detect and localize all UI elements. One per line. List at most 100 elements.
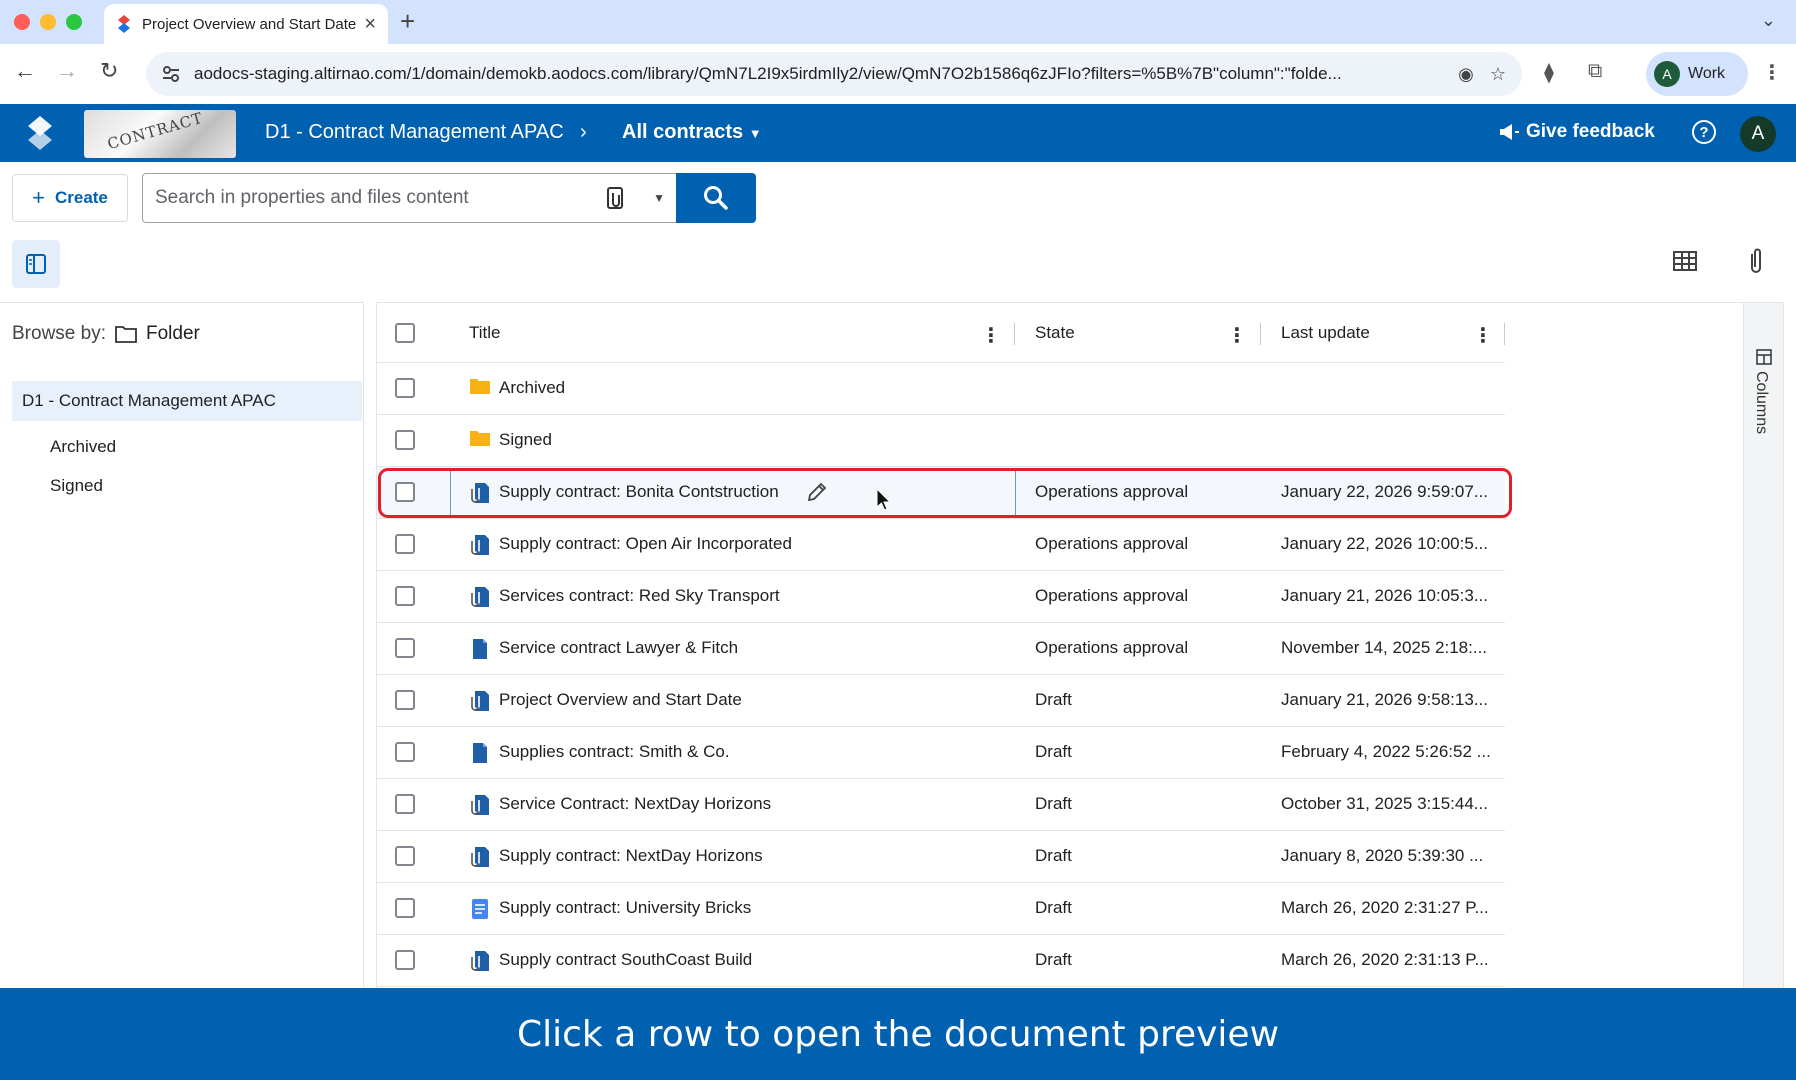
row-state: Operations approval bbox=[1035, 482, 1189, 501]
table-row[interactable]: Supply contract: Open Air Incorporated Op… bbox=[377, 519, 1505, 571]
reload-icon[interactable]: ↻ bbox=[100, 58, 118, 84]
column-header-state[interactable]: State bbox=[1035, 323, 1075, 343]
row-state: Draft bbox=[1035, 950, 1072, 969]
bookmark-star-icon[interactable]: ☆ bbox=[1490, 64, 1506, 85]
table-row[interactable]: Service Contract: NextDay Horizons Draft O… bbox=[377, 779, 1505, 831]
row-title[interactable]: Supply contract: Open Air Incorporated bbox=[499, 534, 792, 554]
forward-icon[interactable]: → bbox=[56, 58, 78, 84]
library-banner-image: CONTRACT bbox=[84, 110, 236, 158]
column-divider[interactable] bbox=[1260, 323, 1261, 345]
column-divider[interactable] bbox=[1504, 323, 1505, 345]
close-window-button[interactable] bbox=[14, 14, 30, 30]
row-title[interactable]: Supplies contract: Smith & Co. bbox=[499, 742, 730, 762]
search-input[interactable]: Search in properties and files content ▼ bbox=[142, 173, 678, 223]
browse-by[interactable]: Browse by: Folder bbox=[12, 323, 200, 345]
attachment-doc-icon bbox=[469, 845, 491, 874]
extension-icon[interactable]: ⧫ bbox=[1544, 60, 1554, 85]
row-last-update: March 26, 2020 2:31:13 P... bbox=[1281, 950, 1489, 969]
toggle-sidebar-button[interactable] bbox=[12, 240, 60, 288]
row-title[interactable]: Archived bbox=[499, 378, 565, 398]
row-checkbox[interactable] bbox=[395, 586, 415, 606]
last-update-column-menu-icon[interactable]: ⋮ bbox=[1473, 323, 1493, 348]
row-last-update: January 21, 2026 9:58:13... bbox=[1281, 690, 1488, 709]
table-row[interactable]: Supply contract: NextDay Horizons Draft Ja… bbox=[377, 831, 1505, 883]
browser-menu-icon[interactable]: ⋮ bbox=[1762, 60, 1782, 85]
columns-label: Columns bbox=[1753, 371, 1770, 435]
row-title[interactable]: Project Overview and Start Date bbox=[499, 690, 742, 710]
table-row[interactable]: Supply contract: Bonita Contstruction Ope… bbox=[377, 467, 1505, 519]
breadcrumb-library[interactable]: D1 - Contract Management APAC bbox=[265, 121, 564, 144]
close-tab-icon[interactable]: × bbox=[364, 13, 376, 36]
attachment-doc-icon bbox=[469, 585, 491, 614]
give-feedback-label: Give feedback bbox=[1526, 121, 1655, 142]
tab-search-chevron-icon[interactable]: ⌄ bbox=[1761, 10, 1776, 31]
aodocs-logo-icon[interactable] bbox=[26, 116, 54, 150]
table-row[interactable]: Project Overview and Start Date Draft Janu… bbox=[377, 675, 1505, 727]
row-title[interactable]: Supply contract SouthCoast Build bbox=[499, 950, 752, 970]
file-content-search-icon[interactable] bbox=[605, 185, 627, 211]
back-icon[interactable]: ← bbox=[14, 58, 36, 84]
tree-item-root[interactable]: D1 - Contract Management APAC bbox=[12, 381, 362, 421]
address-bar[interactable]: aodocs-staging.altirnao.com/1/domain/dem… bbox=[146, 52, 1522, 96]
row-last-update: March 26, 2020 2:31:27 P... bbox=[1281, 898, 1489, 917]
browser-tab[interactable]: Project Overview and Start Date × bbox=[104, 4, 388, 44]
help-icon[interactable]: ? bbox=[1692, 120, 1716, 144]
profile-button[interactable]: A Work bbox=[1646, 52, 1748, 96]
row-checkbox[interactable] bbox=[395, 534, 415, 554]
row-title[interactable]: Services contract: Red Sky Transport bbox=[499, 586, 780, 606]
row-title[interactable]: Service contract Lawyer & Fitch bbox=[499, 638, 738, 658]
folder-outline-icon bbox=[115, 326, 137, 343]
row-title[interactable]: Supply contract: NextDay Horizons bbox=[499, 846, 763, 866]
attachment-icon[interactable] bbox=[1744, 248, 1768, 276]
row-checkbox[interactable] bbox=[395, 846, 415, 866]
table-view-icon[interactable] bbox=[1672, 248, 1700, 276]
row-checkbox[interactable] bbox=[395, 482, 415, 502]
row-last-update: January 8, 2020 5:39:30 ... bbox=[1281, 846, 1484, 865]
columns-side-panel-tab[interactable]: Columns bbox=[1743, 303, 1783, 989]
row-title[interactable]: Supply contract: Bonita Contstruction bbox=[499, 482, 779, 502]
row-checkbox[interactable] bbox=[395, 950, 415, 970]
maximize-window-button[interactable] bbox=[66, 14, 82, 30]
table-row[interactable]: Services contract: Red Sky Transport Oper… bbox=[377, 571, 1505, 623]
tree-item-archived[interactable]: Archived bbox=[50, 437, 116, 457]
row-state: Operations approval bbox=[1035, 638, 1189, 657]
row-checkbox[interactable] bbox=[395, 794, 415, 814]
table-row[interactable]: Signed bbox=[377, 415, 1505, 467]
new-tab-icon[interactable]: + bbox=[400, 6, 415, 37]
select-all-checkbox[interactable] bbox=[395, 323, 415, 343]
column-header-title[interactable]: Title bbox=[469, 323, 501, 343]
extensions-puzzle-icon[interactable]: ⧉ bbox=[1588, 60, 1602, 83]
row-checkbox[interactable] bbox=[395, 898, 415, 918]
tree-item-signed[interactable]: Signed bbox=[50, 476, 103, 496]
site-settings-icon[interactable] bbox=[162, 66, 180, 82]
row-checkbox[interactable] bbox=[395, 378, 415, 398]
row-checkbox[interactable] bbox=[395, 690, 415, 710]
table-row[interactable]: Supplies contract: Smith & Co. Draft Febru… bbox=[377, 727, 1505, 779]
row-title[interactable]: Supply contract: University Bricks bbox=[499, 898, 751, 918]
user-avatar[interactable]: A bbox=[1740, 116, 1776, 152]
search-button[interactable] bbox=[676, 173, 756, 223]
table-row[interactable]: Supply contract: University Bricks Draft M… bbox=[377, 883, 1505, 935]
table-row[interactable]: Archived bbox=[377, 363, 1505, 415]
row-checkbox[interactable] bbox=[395, 742, 415, 762]
browse-mode: Folder bbox=[145, 323, 200, 344]
table-row[interactable]: Service contract Lawyer & Fitch Operation… bbox=[377, 623, 1505, 675]
row-checkbox[interactable] bbox=[395, 430, 415, 450]
cell-focus-divider bbox=[450, 469, 451, 515]
view-selector[interactable]: All contracts ▼ bbox=[622, 121, 762, 144]
give-feedback-button[interactable]: Give feedback bbox=[1498, 121, 1655, 143]
column-header-last-update[interactable]: Last update bbox=[1281, 323, 1370, 343]
create-button[interactable]: + Create bbox=[12, 174, 128, 222]
title-column-menu-icon[interactable]: ⋮ bbox=[981, 323, 1001, 348]
row-title[interactable]: Signed bbox=[499, 430, 552, 450]
table-row[interactable]: Supply contract SouthCoast Build Draft Mar… bbox=[377, 935, 1505, 987]
eye-icon[interactable]: ◉ bbox=[1458, 64, 1474, 85]
search-options-caret-icon[interactable]: ▼ bbox=[653, 191, 665, 205]
minimize-window-button[interactable] bbox=[40, 14, 56, 30]
state-column-menu-icon[interactable]: ⋮ bbox=[1227, 323, 1247, 348]
row-title[interactable]: Service Contract: NextDay Horizons bbox=[499, 794, 771, 814]
column-divider[interactable] bbox=[1014, 323, 1015, 345]
edit-pencil-icon[interactable] bbox=[805, 480, 829, 509]
row-state: Draft bbox=[1035, 742, 1072, 761]
row-checkbox[interactable] bbox=[395, 638, 415, 658]
